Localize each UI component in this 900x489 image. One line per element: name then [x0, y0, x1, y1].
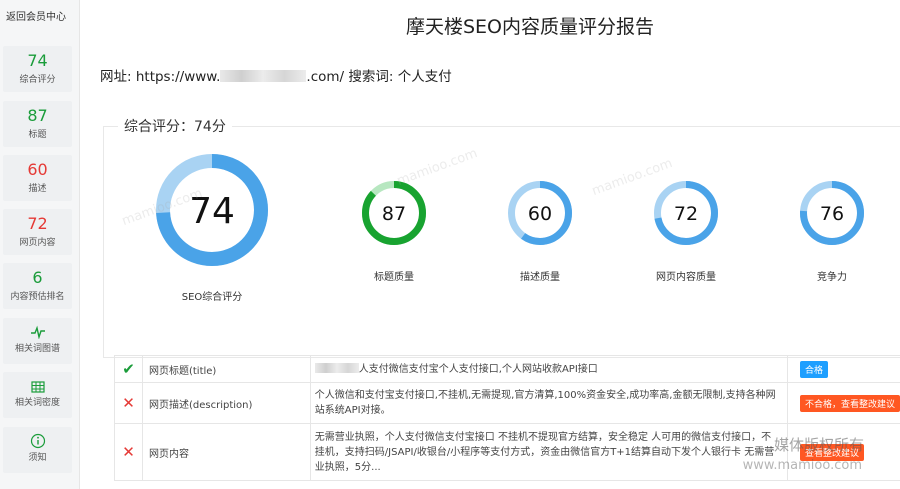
badge-cell: 不合格，查看整改建议	[786, 382, 900, 424]
sidebar-value: 72	[27, 214, 48, 233]
gauge-overall: 74	[156, 154, 268, 266]
blurred-text	[314, 362, 359, 373]
check-desc: 无需营业执照，个人支付微信支付宝接口 不挂机不提现官方结算，安全稳定 人可用的微…	[309, 423, 788, 481]
check-name: 网页标题(title)	[141, 355, 311, 383]
gauge-value: 87	[382, 203, 406, 225]
back-to-member-center-link[interactable]: 返回会员中心	[0, 0, 79, 30]
sidebar-value: 60	[27, 160, 48, 179]
view-suggestion-button[interactable]: 不合格，查看整改建议	[799, 394, 900, 412]
table-row: ✔ 网页标题(title) 人支付微信支付宝个人支付接口,个人网站收款API接口…	[114, 355, 900, 383]
watermark-url: www.mamioo.com	[742, 458, 862, 473]
url-keyword-line: 网址: https://www. .com/ 搜索词: 个人支付	[100, 65, 452, 85]
sidebar-item-notice[interactable]: 须知	[3, 427, 72, 473]
blurred-domain	[220, 70, 307, 82]
check-icon: ✔	[122, 360, 135, 378]
sidebar-value: 74	[27, 51, 48, 70]
grid-icon	[3, 372, 72, 394]
sidebar-label: 相关词密度	[14, 398, 60, 408]
gauge-svg: 60	[508, 181, 572, 245]
cross-icon: ✕	[122, 394, 135, 412]
watermark-copyright: 媒体版权所有	[773, 436, 864, 454]
overview-legend: 综合评分：74分	[118, 116, 232, 136]
gauge-competitiveness: 76	[800, 181, 864, 245]
sidebar-item-page-content[interactable]: 72 网页内容	[3, 209, 72, 255]
sidebar-label: 内容预估排名	[10, 292, 65, 302]
gauge-value: 72	[674, 203, 698, 225]
gauge-svg: 87	[362, 181, 426, 245]
sidebar-label: 描述	[28, 184, 47, 194]
sidebar-item-description[interactable]: 60 描述	[3, 155, 72, 201]
check-name: 网页内容	[141, 423, 311, 481]
gauge-label: 竞争力	[817, 272, 847, 283]
sidebar-label: 相关词图谱	[14, 344, 60, 354]
sidebar: 返回会员中心 74 综合评分 87 标题 60 描述 72 网页内容 6 内容预…	[0, 0, 80, 489]
gauge-svg: 74	[156, 154, 268, 266]
url-suffix: .com/ 搜索词: 个人支付	[306, 69, 452, 85]
gauge-label: SEO综合评分	[181, 292, 243, 303]
sidebar-item-related-word-density[interactable]: 相关词密度	[3, 372, 72, 418]
gauge-label: 描述质量	[520, 272, 560, 283]
info-icon	[3, 427, 72, 449]
check-name: 网页描述(description)	[141, 382, 311, 424]
url-prefix: 网址: https://www.	[100, 69, 221, 85]
status-cell: ✔	[114, 355, 143, 383]
check-desc: 人支付微信支付宝个人支付接口,个人网站收款API接口	[309, 355, 788, 383]
sidebar-label: 须知	[28, 453, 47, 463]
gauge-value: 74	[189, 191, 235, 232]
gauge-value: 60	[528, 203, 552, 225]
gauge-content-quality: 72	[654, 181, 718, 245]
table-row: ✕ 网页描述(description) 个人微信和支付宝支付接口,不挂机,无需提…	[114, 382, 900, 424]
gauge-svg: 72	[654, 181, 718, 245]
sidebar-item-related-word-graph[interactable]: 相关词图谱	[3, 318, 72, 364]
sidebar-label: 标题	[28, 130, 47, 140]
sidebar-value: 6	[32, 268, 43, 287]
status-cell: ✕	[114, 423, 143, 481]
gauge-title-quality: 87	[362, 181, 426, 245]
sidebar-value: 87	[27, 106, 48, 125]
check-desc-text: 人支付微信支付宝个人支付接口,个人网站收款API接口	[358, 363, 598, 375]
pass-badge[interactable]: 合格	[799, 360, 828, 378]
gauge-label: 标题质量	[374, 272, 414, 283]
gauge-svg: 76	[800, 181, 864, 245]
seo-report-page: 返回会员中心 74 综合评分 87 标题 60 描述 72 网页内容 6 内容预…	[0, 0, 900, 489]
check-desc: 个人微信和支付宝支付接口,不挂机,无需提现,官方清算,100%资金安全,成功率高…	[309, 382, 788, 424]
pulse-icon	[3, 318, 72, 340]
badge-cell: 合格	[786, 355, 900, 383]
sidebar-item-overall-score[interactable]: 74 综合评分	[3, 46, 72, 92]
sidebar-label: 网页内容	[19, 238, 56, 248]
sidebar-item-estimated-rank[interactable]: 6 内容预估排名	[3, 263, 72, 309]
status-cell: ✕	[114, 382, 143, 424]
gauge-description-quality: 60	[508, 181, 572, 245]
gauge-value: 76	[820, 203, 844, 225]
sidebar-item-title[interactable]: 87 标题	[3, 101, 72, 147]
cross-icon: ✕	[122, 443, 135, 461]
page-title: 摩天楼SEO内容质量评分报告	[405, 16, 655, 38]
sidebar-label: 综合评分	[19, 75, 56, 85]
gauge-label: 网页内容质量	[656, 272, 716, 283]
